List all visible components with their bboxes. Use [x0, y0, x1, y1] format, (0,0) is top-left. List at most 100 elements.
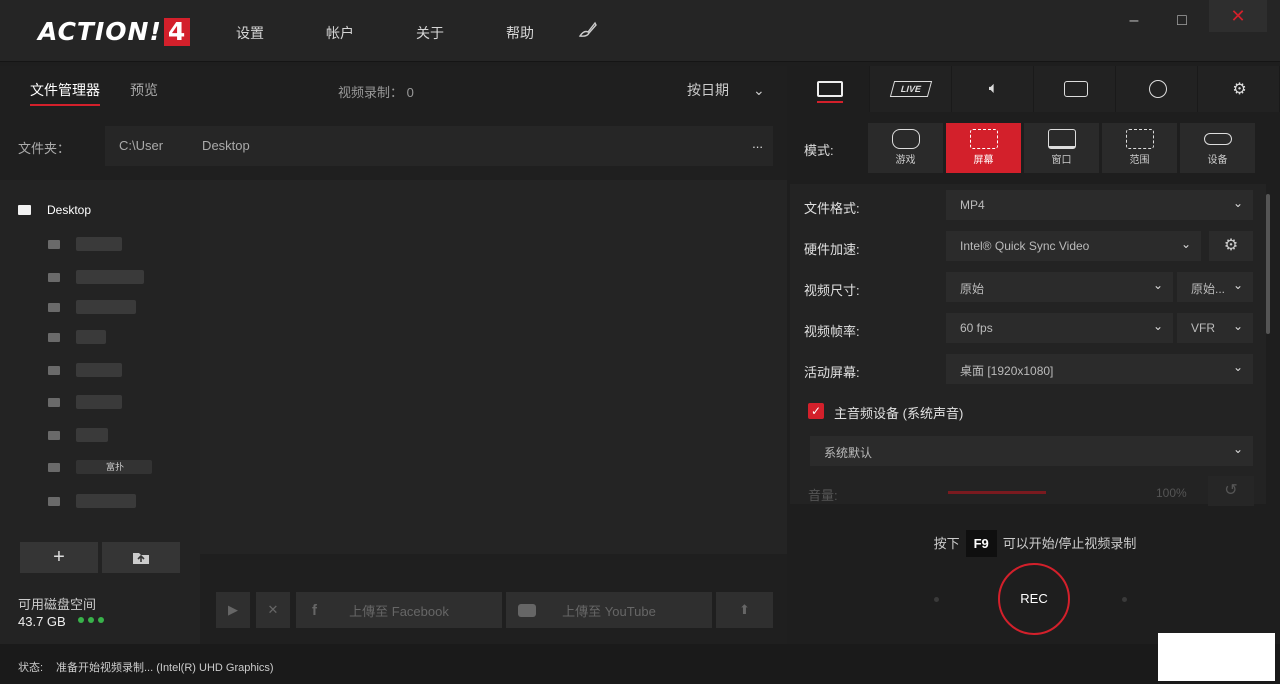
upload-youtube-label: 上傳至 YouTube [562, 603, 656, 619]
menu-account[interactable]: 帐户 [326, 23, 354, 43]
play-button[interactable]: ▶ [216, 592, 250, 628]
hw-accel-value: Intel® Quick Sync Video [960, 239, 1090, 253]
blank-overlay [1158, 633, 1275, 681]
record-button[interactable]: REC [998, 563, 1070, 635]
frame-rate-mode-value: VFR [1191, 321, 1215, 335]
stopwatch-icon [1148, 80, 1167, 98]
volume-reset-button[interactable]: ↺ [1208, 476, 1254, 506]
frame-rate-mode-select[interactable]: VFR ⌄ [1177, 313, 1253, 343]
plus-icon: + [53, 546, 65, 568]
indicator-dot [934, 597, 939, 602]
checkmark-icon: ✓ [810, 404, 822, 418]
audio-device-select[interactable]: 系统默认 ⌄ [810, 436, 1253, 466]
tab-preview[interactable]: 预览 [130, 80, 158, 104]
mode-window[interactable]: 窗口 [1024, 123, 1099, 173]
close-button[interactable]: ✕ [1209, 0, 1267, 32]
tree-item-desktop[interactable]: Desktop [18, 200, 91, 220]
chevron-down-icon: ⌄ [1232, 442, 1243, 456]
tree-item[interactable] [48, 491, 136, 511]
chevron-down-icon: ⌄ [1232, 278, 1243, 292]
video-size-label: 视频尺寸: [804, 283, 860, 298]
tree-item[interactable] [48, 360, 122, 380]
tree-item-label [76, 237, 122, 251]
hotkey-badge: F9 [965, 530, 997, 557]
mode-device[interactable]: 设备 [1180, 123, 1255, 173]
brush-icon[interactable] [578, 20, 598, 41]
app-logo: ACTION! 4 [38, 18, 191, 46]
folder-icon [48, 462, 60, 472]
active-screen-select[interactable]: 桌面 [1920x1080] ⌄ [946, 354, 1253, 384]
tab-timer[interactable] [1118, 66, 1198, 112]
tree-item[interactable] [48, 297, 136, 317]
tab-video[interactable] [790, 66, 870, 112]
tab-audio[interactable]: 🔈︎ [954, 66, 1034, 112]
audio-device-checkbox[interactable]: ✓ [808, 403, 824, 419]
tree-item-label [76, 428, 108, 442]
file-format-select[interactable]: MP4 ⌄ [946, 190, 1253, 220]
upload-facebook-label: 上傳至 Facebook [349, 603, 449, 619]
folder-tree: Desktop 富扑 [0, 180, 200, 644]
volume-slider[interactable] [948, 491, 1046, 494]
tab-screenshot[interactable] [1036, 66, 1116, 112]
youtube-icon [518, 603, 536, 617]
reset-icon: ↺ [1224, 482, 1238, 499]
delete-button[interactable]: ✕ [256, 592, 290, 628]
upload-youtube-button[interactable]: 上傳至 YouTube [506, 592, 712, 628]
folder-icon [18, 205, 31, 215]
audio-device-value: 系统默认 [824, 446, 873, 460]
upload-facebook-button[interactable]: f 上傳至 Facebook [296, 592, 502, 628]
file-preview-area[interactable] [200, 180, 787, 554]
tab-settings[interactable]: ⚙ [1200, 66, 1280, 112]
tree-item[interactable]: 富扑 [48, 457, 152, 477]
tree-item[interactable] [48, 267, 144, 287]
status-label: 状态: [18, 662, 44, 674]
hint-suffix: 可以开始/停止视频录制 [1002, 536, 1137, 551]
facebook-icon: f [312, 601, 317, 619]
tree-item-label [76, 363, 122, 377]
tab-file-manager[interactable]: 文件管理器 [30, 80, 100, 106]
tree-item[interactable] [48, 234, 122, 254]
mode-game[interactable]: 游戏 [868, 123, 943, 173]
video-size-select[interactable]: 原始 ⌄ [946, 272, 1173, 302]
window-icon [1047, 129, 1076, 149]
mode-region[interactable]: 范围 [1102, 123, 1177, 173]
hw-accel-select[interactable]: Intel® Quick Sync Video ⌄ [946, 231, 1201, 261]
status-bar: 状态: 准备开始视频录制... (Intel(R) UHD Graphics) [0, 644, 1280, 684]
frame-rate-select[interactable]: 60 fps ⌄ [946, 313, 1173, 343]
upload-button[interactable]: ⬆ [716, 592, 773, 628]
tree-item-label: Desktop [47, 203, 92, 217]
gear-icon: ⚙ [1223, 237, 1239, 254]
file-manager-panel: 文件管理器 预览 视频录制： 0 按日期 ⌄ 文件夹： C:\User Deskt… [0, 66, 787, 644]
tab-live[interactable]: LIVE [872, 66, 952, 112]
maximize-button[interactable]: □ [1162, 8, 1202, 34]
menu-settings[interactable]: 设置 [236, 23, 264, 43]
video-size-secondary-value: 原始... [1191, 282, 1226, 296]
tree-item[interactable] [48, 327, 106, 347]
minimize-button[interactable]: ‒ [1114, 8, 1154, 34]
video-size-secondary-select[interactable]: 原始... ⌄ [1177, 272, 1253, 302]
menu-help[interactable]: 帮助 [506, 23, 534, 43]
mode-screen[interactable]: 屏幕 [946, 123, 1021, 173]
status-text: 准备开始视频录制... (Intel(R) UHD Graphics) [56, 662, 274, 674]
tree-item-label [76, 330, 106, 344]
tree-item[interactable] [48, 392, 122, 412]
folder-path-field[interactable]: C:\User Desktop ... [105, 126, 773, 166]
settings-scrollbar[interactable] [1266, 194, 1270, 334]
settings-tabs: LIVE 🔈︎ ⚙ [790, 66, 1280, 112]
menu-about[interactable]: 关于 [416, 23, 444, 43]
fullscreen-icon [969, 129, 998, 149]
folder-icon [48, 397, 60, 407]
region-icon [1125, 129, 1154, 149]
open-folder-button[interactable] [102, 542, 180, 573]
sort-dropdown[interactable]: 按日期 ⌄ [687, 80, 765, 100]
add-folder-button[interactable]: + [20, 542, 98, 573]
sort-label: 按日期 [687, 82, 729, 98]
tree-item-label [76, 494, 136, 508]
indicator-dot [1122, 597, 1127, 602]
file-format-value: MP4 [960, 198, 985, 212]
browse-button[interactable]: ... [752, 136, 763, 151]
folder-icon [48, 272, 60, 282]
hw-accel-settings-button[interactable]: ⚙ [1209, 231, 1253, 261]
tree-item-label [76, 270, 144, 284]
tree-item[interactable] [48, 425, 108, 445]
